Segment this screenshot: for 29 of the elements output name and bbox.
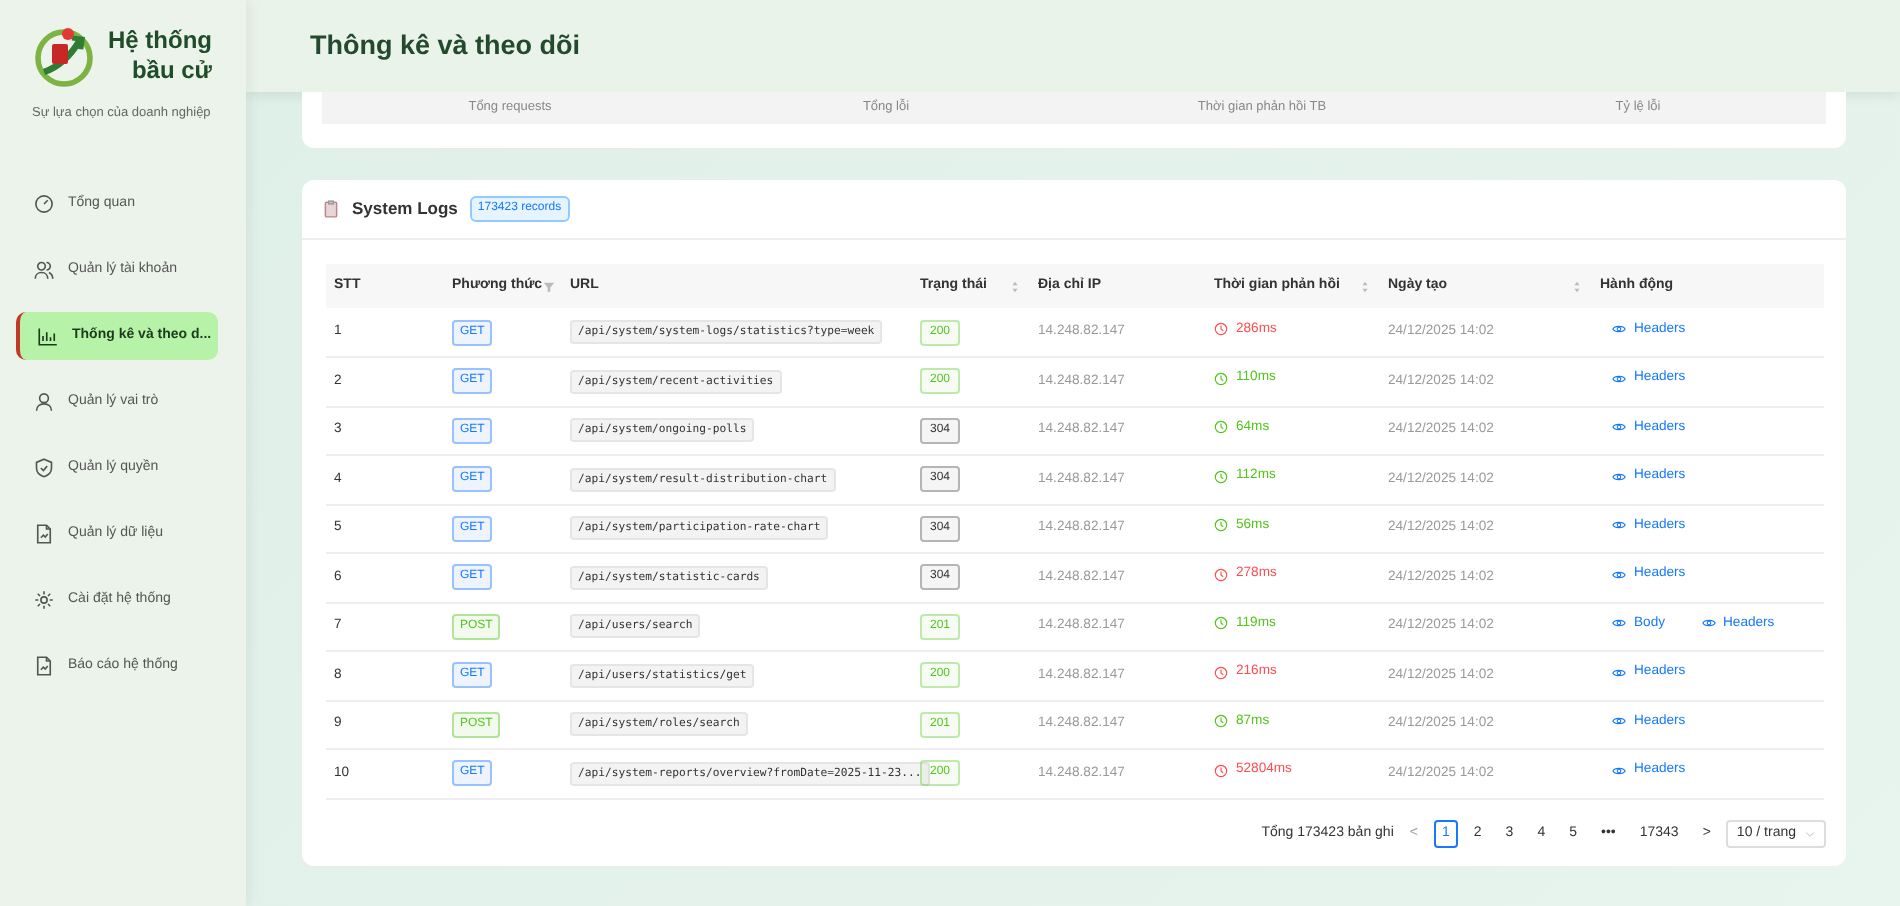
logo-icon	[32, 24, 96, 88]
sort-icon[interactable]	[1570, 279, 1584, 293]
brand-title: bầu cử	[129, 56, 212, 86]
eye-icon	[1612, 371, 1626, 386]
brand-title: Hệ thống	[108, 26, 212, 56]
eye-icon	[1612, 469, 1626, 484]
eye-icon	[1612, 616, 1626, 631]
card-title: System Logs	[352, 196, 458, 222]
filter-icon[interactable]	[542, 279, 557, 293]
eye-icon	[1612, 420, 1626, 435]
sort-icon[interactable]	[1358, 279, 1372, 293]
user-icon	[34, 391, 54, 412]
document-icon	[34, 523, 54, 544]
eye-icon	[1612, 518, 1626, 533]
bar-chart-icon	[38, 325, 58, 346]
gauge-icon	[34, 193, 54, 214]
eye-icon	[1612, 322, 1626, 337]
eye-icon	[1701, 616, 1715, 631]
document-icon	[34, 655, 54, 676]
chevron-down-icon	[1804, 827, 1816, 840]
sort-icon[interactable]	[1008, 279, 1022, 293]
eye-icon	[1612, 567, 1626, 582]
eye-icon	[1612, 763, 1626, 778]
page-title: Thông kê và theo dõi	[310, 29, 581, 63]
users-icon	[34, 259, 54, 280]
clipboard-icon	[322, 200, 340, 218]
eye-icon	[1612, 665, 1626, 680]
eye-icon	[1612, 714, 1626, 729]
shield-check-icon	[34, 457, 54, 478]
